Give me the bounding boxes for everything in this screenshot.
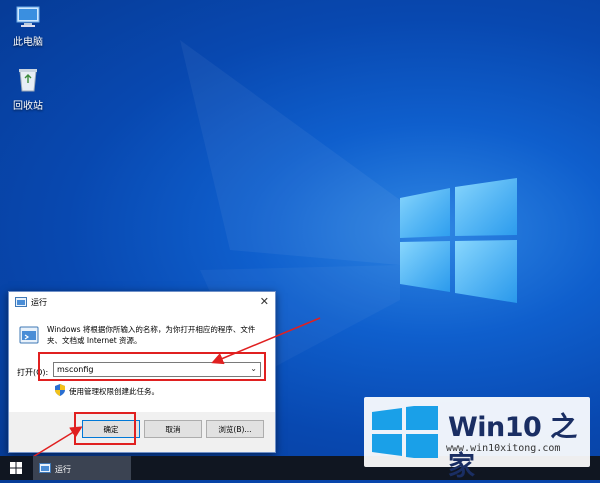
start-button[interactable] (0, 456, 32, 480)
watermark: Win10 之家 www.win10xitong.com (364, 397, 590, 482)
arrow-to-open-field (211, 317, 321, 365)
run-app-icon (39, 463, 51, 473)
win10-logo-icon (372, 406, 438, 458)
windows-start-icon (10, 462, 22, 474)
watermark-url: www.win10xitong.com (446, 443, 561, 454)
taskbar-item-label: 运行 (55, 465, 71, 474)
taskbar-item-run[interactable]: 运行 (33, 456, 131, 480)
